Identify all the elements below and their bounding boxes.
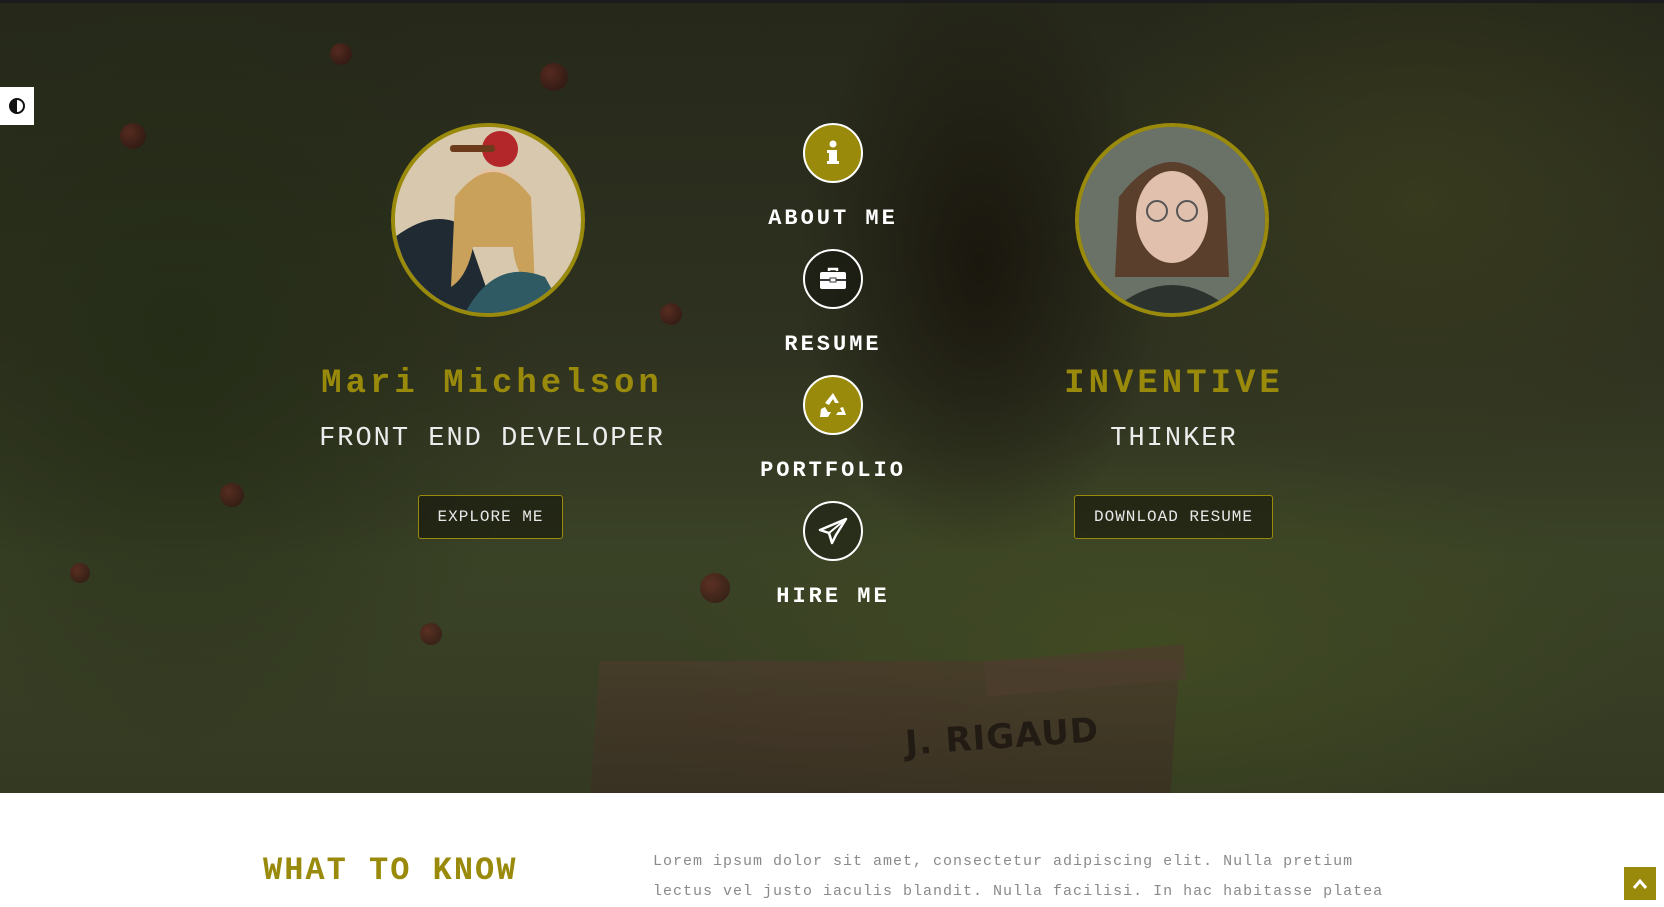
nav-about-button[interactable] xyxy=(803,123,863,183)
portrait-illustration xyxy=(1079,127,1265,313)
apple-decoration xyxy=(120,123,146,149)
info-icon xyxy=(827,140,839,164)
section-heading: WHAT TO KNOW xyxy=(263,852,518,889)
apple-decoration xyxy=(220,483,244,507)
profile-role: FRONT END DEVELOPER xyxy=(319,424,665,454)
recycle-icon xyxy=(820,393,846,417)
contrast-icon xyxy=(9,98,25,114)
tagline-subtitle: THINKER xyxy=(1110,424,1238,454)
nav-about-label[interactable]: ABOUT ME xyxy=(700,206,966,231)
avatar-thinker xyxy=(1075,123,1269,317)
contrast-toggle-button[interactable] xyxy=(0,87,34,125)
nav-resume-label[interactable]: RESUME xyxy=(700,332,966,357)
section-body-text: Lorem ipsum dolor sit amet, consectetur … xyxy=(653,853,1384,900)
nav-hire-label[interactable]: HIRE ME xyxy=(700,584,966,609)
profile-name: Mari Michelson xyxy=(321,365,663,403)
chevron-up-icon xyxy=(1632,878,1648,889)
nav-portfolio-label[interactable]: PORTFOLIO xyxy=(700,458,966,483)
nav-hire-button[interactable] xyxy=(803,501,863,561)
explore-me-button[interactable]: EXPLORE ME xyxy=(418,495,563,539)
nav-portfolio-button[interactable] xyxy=(803,375,863,435)
scroll-top-button[interactable] xyxy=(1624,867,1656,900)
tagline-title: INVENTIVE xyxy=(1064,365,1284,403)
briefcase-icon xyxy=(820,267,846,289)
apple-decoration xyxy=(330,43,352,65)
download-resume-button[interactable]: DOWNLOAD RESUME xyxy=(1074,495,1273,539)
apple-decoration xyxy=(420,623,442,645)
portrait-illustration xyxy=(395,127,581,313)
apple-decoration xyxy=(660,303,682,325)
apple-decoration xyxy=(540,63,568,91)
nav-resume-button[interactable] xyxy=(803,249,863,309)
apple-decoration xyxy=(70,563,90,583)
paper-plane-icon xyxy=(818,517,848,545)
avatar-mari xyxy=(391,123,585,317)
